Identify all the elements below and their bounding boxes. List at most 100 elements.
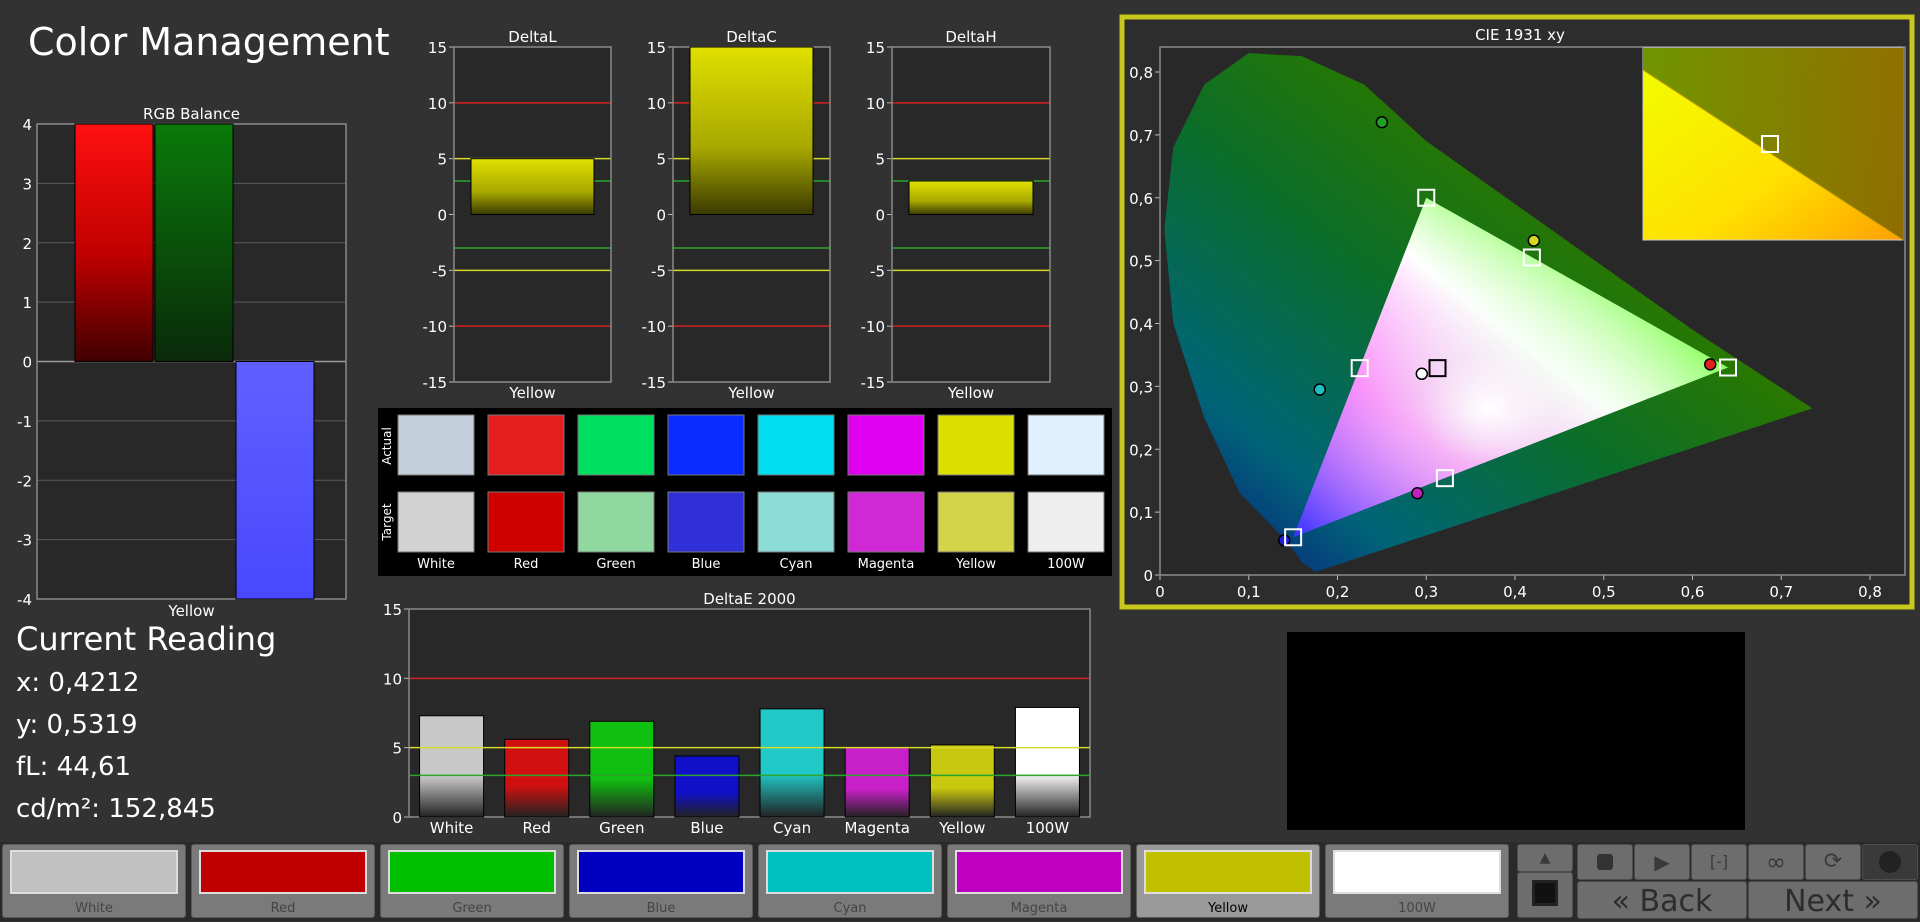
swatch-button-green[interactable]: Green [380,844,564,918]
swatch-button-100w[interactable]: 100W [1325,844,1509,918]
delta-bar [908,180,1034,215]
back-button[interactable]: « Back [1577,881,1747,919]
refresh-icon: ⟳ [1823,849,1843,874]
swatch-target-green [577,491,655,553]
swatch-column-label: Blue [692,557,721,572]
swatch-button-magenta[interactable]: Magenta [947,844,1131,918]
swatch-color-chip [388,850,556,894]
cie-measured-point [1415,367,1429,381]
delta-bar [470,158,595,216]
swatch-button-yellow[interactable]: Yellow [1136,844,1320,918]
deltae-xtick-label: Cyan [773,819,811,837]
delta-ytick-label: 15 [866,39,885,57]
swatch-color-chip [766,850,934,894]
rgb-ytick-label: 4 [22,116,32,134]
cie-xtick-label: 0,8 [1858,583,1882,601]
rgb-bar-0 [74,123,154,362]
swatch-row-label-target: Target [380,503,394,541]
measure-once-button[interactable]: [-] [1691,844,1747,880]
rgb-ytick-label: -1 [17,413,32,431]
swatch-actual-white [397,414,475,476]
swatch-target-100w [1027,491,1105,553]
refresh-button[interactable]: ⟳ [1805,844,1861,880]
swatch-button-label: Yellow [1207,901,1249,916]
cie-ytick-label: 0,7 [1129,127,1153,145]
delta-ytick-label: -5 [432,262,447,280]
swatch-button-label: Blue [646,901,676,916]
swatch-color-chip [1144,850,1312,894]
swatch-button-red[interactable]: Red [191,844,375,918]
minimize-button[interactable] [1862,844,1918,880]
deltae-title: DeltaE 2000 [703,590,795,608]
up-arrow-button[interactable]: ▲ [1517,844,1573,872]
cie-xtick-label: 0 [1155,583,1165,601]
delta-title: DeltaC [726,28,777,46]
swatch-column-label: 100W [1047,557,1085,572]
delta-ytick-label: 5 [875,151,885,169]
swatch-color-chip [1333,850,1501,894]
deltae-bar-white [419,715,485,818]
delta-xlabel: Yellow [508,384,555,402]
swatch-button-cyan[interactable]: Cyan [758,844,942,918]
rgb-ytick-label: -4 [17,591,32,609]
rgb-bar-1 [154,123,234,362]
delta-ytick-label: -5 [651,262,666,280]
deltae-xtick-label: Green [599,819,644,837]
swatch-actual-yellow [937,414,1015,476]
swatch-row-label-actual: Actual [380,427,394,465]
loop-icon: ∞ [1766,848,1786,876]
deltae-ytick-label: 15 [383,601,402,619]
swatch-color-chip [10,850,178,894]
swatch-button-blue[interactable]: Blue [569,844,753,918]
delta-title: DeltaL [508,28,557,46]
delta-ytick-label: 5 [437,151,447,169]
deltae-bar-blue [674,755,740,818]
rgb-ytick-label: 3 [22,175,32,193]
cie-xtick-label: 0,4 [1503,583,1527,601]
cie-ytick-label: 0 [1143,567,1153,585]
stop-icon [1597,854,1613,870]
current-reading-title: Current Reading [16,620,277,658]
cie-xtick-label: 0,2 [1326,583,1350,601]
swatch-color-chip [577,850,745,894]
deltae-xtick-label: Blue [690,819,723,837]
deltae-ytick-label: 10 [383,670,402,688]
swatch-actual-magenta [847,414,925,476]
deltae-bar-green [589,720,655,818]
cie-measured-point [1375,116,1389,129]
cie-xtick-label: 0,7 [1769,583,1793,601]
swatch-column-label: Green [596,557,635,572]
measure-once-icon: [-] [1709,852,1729,871]
rgb-xlabel: Yellow [167,602,214,620]
pattern-preview [1287,632,1745,830]
minimize-icon [1879,851,1901,873]
next-button[interactable]: Next » [1748,881,1918,919]
cie-measured-point [1704,358,1717,371]
page-title: Color Management [28,20,390,64]
loop-button[interactable]: ∞ [1748,844,1804,880]
swatch-target-yellow [937,491,1015,553]
cie-ytick-label: 0,6 [1129,190,1153,208]
back-label: Back [1639,884,1713,919]
reading-fl: fL: 44,61 [16,752,132,782]
swatch-button-label: 100W [1398,901,1436,916]
rgb-bar-2 [235,361,315,600]
delta-ytick-label: -15 [642,374,667,392]
swatch-column-label: Red [514,557,539,572]
deltae-bar-yellow [929,744,995,818]
swatch-target-red [487,491,565,553]
delta-ytick-label: -10 [861,318,886,336]
deltae-ytick-label: 0 [392,809,402,827]
play-button[interactable]: ▶ [1634,844,1690,880]
cie-measured-point [1527,234,1541,247]
cie-xtick-label: 0,6 [1681,583,1705,601]
cie-xtick-label: 0,3 [1414,583,1438,601]
swatch-button-white[interactable]: White [2,844,186,918]
record-button[interactable] [1517,872,1573,918]
back-icon: « [1611,884,1630,919]
record-icon [1532,880,1558,906]
rgb-title: RGB Balance [143,105,240,123]
stop-button[interactable] [1577,844,1633,880]
swatch-actual-blue [667,414,745,476]
delta-ytick-label: 5 [656,151,666,169]
